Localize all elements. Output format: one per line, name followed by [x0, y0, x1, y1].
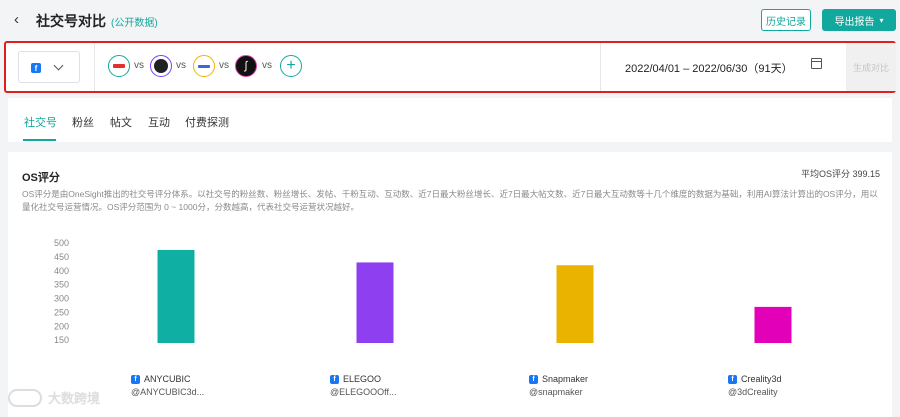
chart-bar-anycubic[interactable] — [157, 249, 195, 343]
legend-account-name: ELEGOO — [343, 374, 382, 384]
account-avatar-creality[interactable]: ∫ — [235, 55, 257, 77]
vs-label: vs — [262, 60, 272, 71]
compare-filter-bar: f vs vs vs ∫ vs + 2022/04/01 – 2022/06/3… — [4, 41, 896, 93]
tab-interaction[interactable]: 互动 — [148, 114, 170, 130]
y-tick-label: 400 — [54, 266, 69, 276]
y-tick-label: 150 — [54, 335, 69, 345]
chart-bar-elegoo[interactable] — [356, 262, 394, 343]
account-avatar-snapmaker[interactable] — [193, 55, 215, 77]
account-avatar-anycubic[interactable] — [108, 55, 130, 77]
account-avatar-elegoo[interactable] — [150, 55, 172, 77]
tab-paid-detection[interactable]: 付费探测 — [185, 114, 229, 130]
legend-account-name: Snapmaker — [542, 374, 589, 384]
date-range[interactable]: 2022/04/01 – 2022/06/30（91天） — [625, 60, 793, 76]
watermark-logo-icon — [8, 388, 42, 407]
generate-compare-button[interactable]: 生成对比 — [846, 43, 896, 91]
legend-account-handle: @3dCreality — [728, 387, 778, 397]
os-score-panel: OS评分 平均OS评分 399.15 OS评分是由OneSight推出的社交号评… — [8, 152, 892, 417]
facebook-icon: f — [131, 375, 140, 384]
chevron-down-icon — [53, 60, 64, 71]
history-button-label: 历史记录 — [766, 16, 806, 28]
creality-logo-icon: ∫ — [244, 60, 248, 72]
platform-select[interactable]: f — [18, 51, 80, 83]
facebook-icon: f — [529, 375, 538, 384]
y-tick-label: 250 — [54, 307, 69, 317]
add-account-button[interactable]: + — [280, 55, 302, 77]
facebook-icon: f — [728, 375, 737, 384]
vs-label: vs — [219, 60, 229, 71]
tab-fans[interactable]: 粉丝 — [72, 114, 94, 130]
y-tick-label: 300 — [54, 294, 69, 304]
back-icon[interactable]: ‹ — [14, 11, 19, 28]
y-tick-label: 350 — [54, 280, 69, 290]
page-header: ‹ 社交号对比 (公开数据) 历史记录 导出报告 ▾ — [0, 0, 900, 40]
legend-account-name: ANYCUBIC — [144, 374, 191, 384]
caret-down-icon: ▾ — [879, 15, 884, 25]
history-button[interactable]: 历史记录 — [761, 9, 811, 31]
export-report-button[interactable]: 导出报告 ▾ — [822, 9, 896, 31]
active-tab-indicator — [23, 139, 56, 141]
divider — [94, 43, 95, 91]
calendar-icon[interactable] — [811, 58, 822, 69]
legend-account-handle: @snapmaker — [529, 387, 583, 397]
legend-account-handle: @ANYCUBIC3d... — [131, 387, 205, 397]
y-tick-label: 500 — [54, 238, 69, 248]
watermark-text: 大数跨境 — [48, 391, 101, 406]
vs-label: vs — [176, 60, 186, 71]
export-button-label: 导出报告 — [834, 16, 875, 28]
divider — [600, 43, 601, 91]
generate-button-label: 生成对比 — [852, 62, 889, 73]
chart-bar-creality3d[interactable] — [754, 306, 792, 343]
facebook-icon: f — [330, 375, 339, 384]
y-tick-label: 200 — [54, 321, 69, 331]
chart-bar-snapmaker[interactable] — [556, 265, 594, 343]
tab-social-accounts[interactable]: 社交号 — [24, 114, 57, 130]
y-tick-label: 450 — [54, 252, 69, 262]
elegoo-logo-icon — [154, 59, 168, 73]
legend-account-name: Creality3d — [741, 374, 782, 384]
page-subtitle: (公开数据) — [111, 18, 158, 29]
tab-bar: 社交号 粉丝 帖文 互动 付费探测 — [8, 98, 892, 142]
page-title: 社交号对比 — [36, 13, 106, 29]
vs-label: vs — [134, 60, 144, 71]
watermark: 大数跨境 — [8, 388, 100, 407]
tab-posts[interactable]: 帖文 — [110, 114, 132, 130]
snapmaker-logo-icon — [198, 64, 210, 68]
facebook-icon: f — [31, 63, 41, 73]
legend-account-handle: @ELEGOOOff... — [330, 387, 397, 397]
anycubic-logo-icon — [113, 64, 125, 68]
